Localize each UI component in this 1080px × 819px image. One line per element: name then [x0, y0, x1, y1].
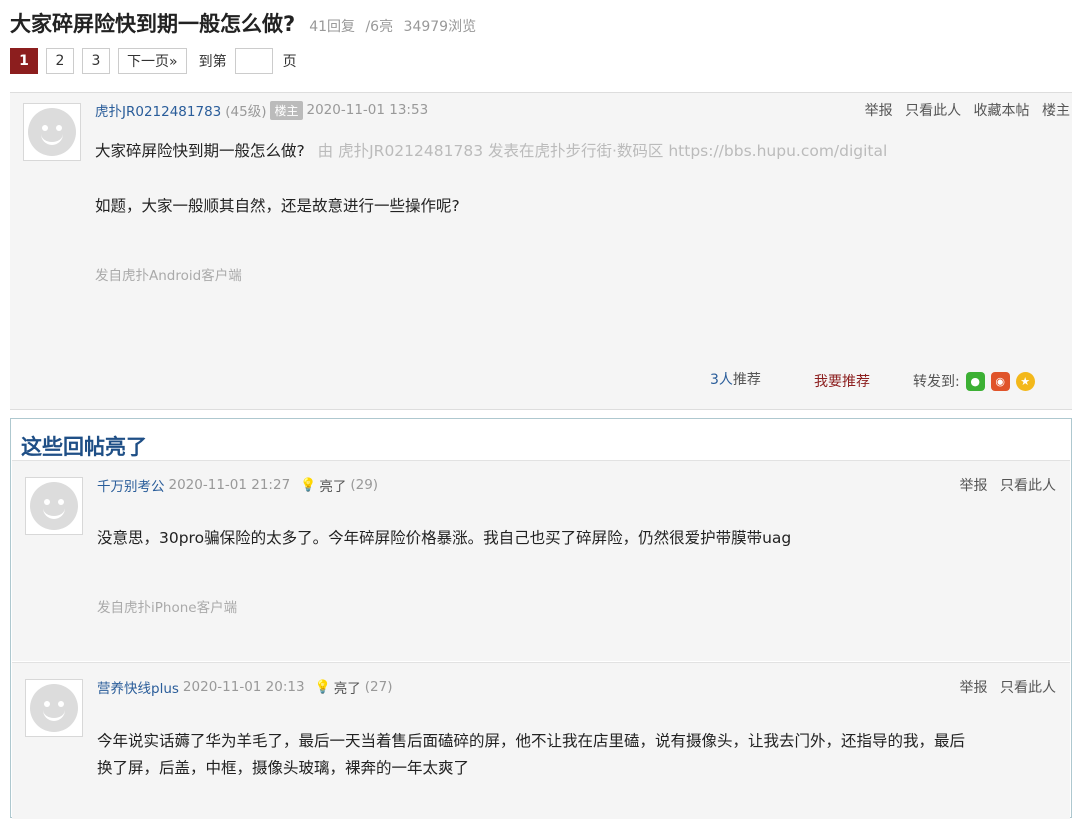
main-post: 虎扑JR0212481783 (45级) 楼主 2020-11-01 13:53… — [10, 92, 1072, 410]
page-suffix-label: 页 — [282, 54, 297, 70]
post-meta: 虎扑JR0212481783 (45级) 楼主 2020-11-01 13:53 — [95, 100, 428, 120]
post-time: 2020-11-01 13:53 — [306, 102, 429, 118]
light-label[interactable]: 亮了 — [319, 475, 346, 495]
page-2-button[interactable]: 2 — [46, 48, 74, 74]
page-1-button[interactable]: 1 — [10, 48, 38, 74]
reply-body-line-2: 换了屏，后盖，中框，摄像头玻璃，裸奔的一年太爽了 — [97, 759, 470, 777]
bookmark-link[interactable]: 收藏本帖 — [974, 103, 1030, 119]
share-label: 转发到: — [913, 374, 960, 390]
qzone-icon[interactable]: ★ — [1015, 371, 1035, 391]
light-label[interactable]: 亮了 — [334, 677, 361, 697]
recommend-button[interactable]: 我要推荐 — [814, 371, 870, 391]
author-link[interactable]: 营养快线plus — [97, 677, 179, 697]
reply-time: 2020-11-01 21:27 — [168, 477, 291, 493]
page-3-button[interactable]: 3 — [82, 48, 110, 74]
page-jump-input[interactable] — [234, 48, 273, 74]
next-page-button[interactable]: 下一页» — [118, 48, 187, 74]
avatar[interactable] — [25, 477, 83, 535]
reply-count: 41回复 — [309, 19, 356, 35]
only-this-user-link[interactable]: 只看此人 — [1000, 680, 1056, 696]
report-link[interactable]: 举报 — [865, 103, 893, 119]
weibo-icon[interactable]: ◉ — [990, 371, 1010, 391]
author-link[interactable]: 千万别考公 — [97, 475, 165, 495]
avatar[interactable] — [25, 679, 83, 737]
post-title: 大家碎屏险快到期一般怎么做? — [95, 142, 305, 160]
goto-label: 到第 — [198, 54, 227, 70]
lightbulb-icon: 💡 — [314, 679, 331, 695]
only-this-user-link[interactable]: 只看此人 — [1000, 478, 1056, 494]
floor-label: 楼主 — [1042, 103, 1070, 119]
default-avatar-icon — [30, 684, 78, 732]
post-actions: 举报 只看此人 收藏本帖 楼主 — [857, 100, 1070, 120]
reply-body-line-1: 今年说实话薅了华为羊毛了，最后一天当着售后面磕碎的屏，他不让我在店里磕，说有摄像… — [97, 732, 966, 750]
recommend-number: 3人 — [710, 372, 733, 388]
report-link[interactable]: 举报 — [960, 478, 988, 494]
post-title-line: 大家碎屏险快到期一般怎么做? 由 虎扑JR0212481783 发表在虎扑步行街… — [95, 138, 887, 165]
avatar[interactable] — [23, 103, 81, 161]
reply-item: 千万别考公 2020-11-01 21:27 💡 亮了 (29) 举报 只看此人… — [12, 460, 1070, 661]
author-level: (45级) — [225, 104, 267, 120]
reply-meta: 千万别考公 2020-11-01 21:27 💡 亮了 (29) — [97, 475, 378, 495]
post-from-line: 由 虎扑JR0212481783 发表在虎扑步行街·数码区 https://bb… — [317, 142, 888, 160]
thread-title: 大家碎屏险快到期一般怎么做? — [10, 12, 296, 36]
recommend-count: 3人推荐 — [710, 369, 761, 389]
light-count: /6亮 — [365, 19, 394, 35]
default-avatar-icon — [30, 482, 78, 530]
only-this-user-link[interactable]: 只看此人 — [905, 103, 961, 119]
lightbulb-icon: 💡 — [300, 477, 317, 493]
default-avatar-icon — [28, 108, 76, 156]
reply-meta: 营养快线plus 2020-11-01 20:13 💡 亮了 (27) — [97, 677, 392, 697]
reply-source: 发自虎扑iPhone客户端 — [97, 600, 238, 616]
reply-time: 2020-11-01 20:13 — [182, 679, 305, 695]
reply-actions: 举报 只看此人 — [952, 475, 1056, 495]
highlighted-replies: 这些回帖亮了 千万别考公 2020-11-01 21:27 💡 亮了 (29) … — [10, 418, 1072, 819]
highlights-title: 这些回帖亮了 — [21, 435, 147, 459]
light-count: (29) — [350, 477, 379, 493]
recommend-label: 推荐 — [732, 372, 761, 388]
reply-item: 营养快线plus 2020-11-01 20:13 💡 亮了 (27) 举报 只… — [12, 662, 1070, 819]
reply-body: 没意思，30pro骗保险的太多了。今年碎屏险价格暴涨。我自己也买了碎屏险，仍然很… — [97, 529, 792, 547]
reply-actions: 举报 只看此人 — [952, 677, 1056, 697]
wechat-icon[interactable]: ● — [965, 371, 985, 391]
share-bar: 转发到: ● ◉ ★ — [913, 371, 1035, 391]
op-badge: 楼主 — [270, 100, 303, 120]
post-body: 如题，大家一般顺其自然，还是故意进行一些操作呢? — [95, 197, 460, 215]
post-source: 发自虎扑Android客户端 — [95, 268, 242, 284]
pagination: 1 2 3 下一页» 到第 页 — [10, 48, 303, 74]
author-link[interactable]: 虎扑JR0212481783 — [95, 100, 221, 120]
light-count: (27) — [364, 679, 393, 695]
report-link[interactable]: 举报 — [960, 680, 988, 696]
thread-stats: 41回复 /6亮 34979浏览 — [309, 16, 482, 36]
view-count: 34979浏览 — [403, 19, 477, 35]
thread-header: 大家碎屏险快到期一般怎么做? 41回复 /6亮 34979浏览 — [10, 8, 482, 40]
